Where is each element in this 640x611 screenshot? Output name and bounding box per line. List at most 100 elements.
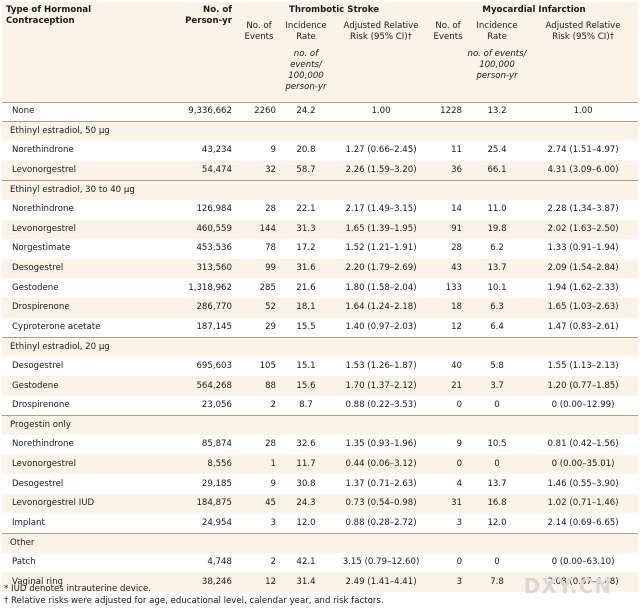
- cell-stroke-events: 1: [238, 454, 280, 475]
- cell-person-years: 23,056: [152, 395, 238, 416]
- group-label: Progestin only: [2, 415, 639, 436]
- cell-stroke-rate: 12.0: [280, 513, 332, 534]
- cell-mi-rate: 12.0: [466, 513, 529, 534]
- cell-mi-rr: 2.74 (1.51–4.97): [528, 141, 639, 161]
- cell-mi-events: 12: [430, 317, 467, 338]
- cell-label: Levonorgestrel IUD: [2, 493, 152, 514]
- cell-mi-rate: 10.1: [466, 278, 529, 298]
- cell-stroke-rr: 0.88 (0.22–3.53): [332, 395, 431, 416]
- cell-mi-rr: 0 (0.00–35.01): [528, 454, 639, 475]
- group-label: Ethinyl estradiol, 30 to 40 μg: [2, 179, 639, 200]
- cell-mi-rr: 1.20 (0.77–1.85): [528, 376, 639, 396]
- mi-rate-unit-line2: 100,000: [479, 60, 515, 70]
- cell-stroke-rate: 32.6: [280, 435, 332, 455]
- table-row: None 9,336,662 2260 24.2 1.00 1228 13.2 1.00: [2, 101, 639, 122]
- header-stroke-rr-line1: Adjusted Relative: [343, 21, 419, 31]
- cell-mi-rr: 1.02 (0.71–1.46): [528, 493, 639, 514]
- group-label: Ethinyl estradiol, 20 μg: [2, 336, 639, 357]
- cell-mi-events: 4: [430, 474, 467, 494]
- cell-mi-rr: 1.94 (1.62–2.33): [528, 278, 639, 298]
- table-row: Levonorgestrel 54,474 32 58.7 2.26 (1.59–3.2…: [2, 160, 639, 181]
- cell-stroke-rr: 1.40 (0.97–2.03): [332, 317, 431, 338]
- cell-mi-rate: 11.0: [466, 199, 529, 220]
- cell-mi-rate: 13.7: [466, 258, 529, 279]
- cell-label: Cyproterone acetate: [2, 317, 152, 338]
- header-mi-events-line1: No. of: [435, 21, 461, 31]
- header-unit-spacer: [2, 46, 280, 99]
- cell-label: Levonorgestrel: [2, 160, 152, 181]
- cell-label: Gestodene: [2, 376, 152, 396]
- cell-mi-events: 133: [430, 278, 467, 298]
- cell-stroke-rate: 58.7: [280, 160, 332, 181]
- cell-stroke-rr: 1.80 (1.58–2.04): [332, 278, 431, 298]
- cell-mi-rate: 16.8: [466, 493, 529, 514]
- table-row: Drospirenone 23,056 2 8.7 0.88 (0.22–3.53) 0 0…: [2, 395, 639, 416]
- header-stroke-events-line1: No. of: [246, 21, 272, 31]
- cell-mi-events: 0: [430, 454, 467, 475]
- cell-mi-rate: 13.2: [466, 101, 529, 122]
- group-label: Other: [2, 532, 639, 553]
- cell-mi-rr: 0.81 (0.42–1.56): [528, 435, 639, 455]
- cell-stroke-events: 2: [238, 552, 280, 573]
- table-body: None 9,336,662 2260 24.2 1.00 1228 13.2 1.00 Eth…: [2, 101, 639, 592]
- table-row: Desogestrel 313,560 99 31.6 2.20 (1.79–2.69)…: [2, 258, 639, 279]
- group-row: Other: [2, 532, 639, 553]
- cell-stroke-rate: 15.1: [280, 356, 332, 377]
- cell-stroke-rr: 1.53 (1.26–1.87): [332, 356, 431, 377]
- cell-stroke-rate: 21.6: [280, 278, 332, 298]
- cell-mi-rr: 1.47 (0.83–2.61): [528, 317, 639, 338]
- cell-mi-rr: 2.02 (1.63–2.50): [528, 219, 639, 240]
- mi-rate-unit-line3: person-yr: [476, 71, 518, 81]
- table-row: Desogestrel 29,185 9 30.8 1.37 (0.71–2.63) 4 1…: [2, 474, 639, 494]
- cell-stroke-rr: 1.37 (0.71–2.63): [332, 474, 431, 494]
- header-myocardial-infarction: Myocardial Infarction: [430, 2, 639, 19]
- cell-mi-rr: 0 (0.00–12.99): [528, 395, 639, 416]
- cell-person-years: 564,268: [152, 376, 238, 396]
- cell-mi-events: 28: [430, 239, 467, 259]
- cell-mi-events: 9: [430, 435, 467, 455]
- cell-stroke-events: 45: [238, 493, 280, 514]
- header-person-years-line1: No. of: [203, 5, 232, 15]
- cell-mi-rate: 6.2: [466, 239, 529, 259]
- cell-mi-rate: 0: [466, 395, 529, 416]
- cell-mi-rr: 1.65 (1.03–2.63): [528, 297, 639, 318]
- header-stroke-rate-unit: no. of events/ 100,000 person-yr: [280, 46, 332, 99]
- cell-mi-rate: 19.8: [466, 219, 529, 240]
- cell-mi-events: 21: [430, 376, 467, 396]
- cell-label: Patch: [2, 552, 152, 573]
- cell-person-years: 313,560: [152, 258, 238, 279]
- cell-person-years: 24,954: [152, 513, 238, 534]
- cell-mi-events: 0: [430, 395, 467, 416]
- cell-stroke-events: 9: [238, 141, 280, 161]
- table-row: Cyproterone acetate 187,145 29 15.5 1.40 (0.…: [2, 317, 639, 338]
- table-row: Levonorgestrel IUD 184,875 45 24.3 0.73 (0.5…: [2, 493, 639, 514]
- cell-stroke-events: 144: [238, 219, 280, 240]
- cell-mi-rr: 1.33 (0.91–1.94): [528, 239, 639, 259]
- header-mi-rate-line1: Incidence: [476, 21, 518, 31]
- table-row: Norethindrone 85,874 28 32.6 1.35 (0.93–1.96…: [2, 435, 639, 455]
- table-row: Levonorgestrel 8,556 1 11.7 0.44 (0.06–3.12)…: [2, 454, 639, 475]
- cell-stroke-events: 99: [238, 258, 280, 279]
- cell-mi-events: 0: [430, 552, 467, 573]
- cell-mi-events: 3: [430, 513, 467, 534]
- cell-mi-rr: 2.09 (1.54–2.84): [528, 258, 639, 279]
- cell-stroke-events: 78: [238, 239, 280, 259]
- header-unit-spacer-2: [332, 46, 467, 99]
- cell-label: Implant: [2, 513, 152, 534]
- stroke-rate-unit-line1: no. of events/: [290, 49, 322, 70]
- cell-person-years: 286,770: [152, 297, 238, 318]
- cell-stroke-events: 88: [238, 376, 280, 396]
- cell-mi-rate: 3.7: [466, 376, 529, 396]
- cell-stroke-events: 2260: [238, 101, 280, 122]
- cell-label: Norgestimate: [2, 239, 152, 259]
- cell-label: Levonorgestrel: [2, 454, 152, 475]
- cell-stroke-events: 29: [238, 317, 280, 338]
- cell-mi-events: 11: [430, 141, 467, 161]
- cell-mi-rr: 4.31 (3.09–6.00): [528, 160, 639, 181]
- cell-stroke-events: 28: [238, 435, 280, 455]
- results-table-container: Type of Hormonal Contraception No. of Pe…: [2, 2, 639, 592]
- cell-stroke-rate: 30.8: [280, 474, 332, 494]
- cell-label: Desogestrel: [2, 474, 152, 494]
- cell-mi-rate: 6.3: [466, 297, 529, 318]
- cell-person-years: 54,474: [152, 160, 238, 181]
